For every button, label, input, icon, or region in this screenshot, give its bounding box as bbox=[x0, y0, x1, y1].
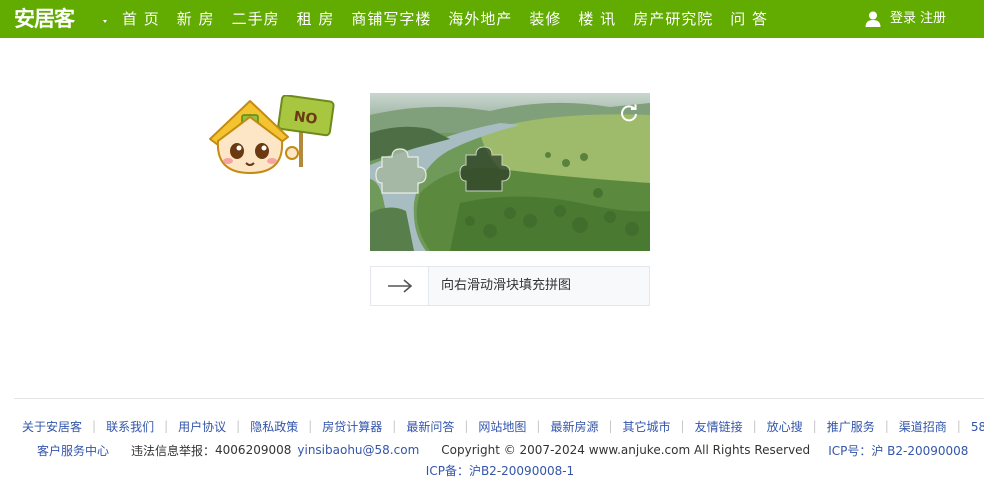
footer-link-channel[interactable]: 渠道招商 bbox=[899, 418, 947, 435]
icp-record[interactable]: ICP备：沪B2-20090008-1 bbox=[0, 462, 984, 479]
copyright-text: Copyright © 2007-2024 www.anjuke.com All… bbox=[441, 443, 811, 457]
nav-overseas[interactable]: 海外地产 bbox=[448, 0, 512, 38]
top-header: 安居客 首 页 新 房 二手房 租 房 商铺写字楼 海外地产 装修 楼 讯 房产… bbox=[0, 0, 984, 38]
nav-second-hand[interactable]: 二手房 bbox=[232, 0, 280, 38]
footer-link-sitemap[interactable]: 网站地图 bbox=[478, 418, 526, 435]
slider-handle[interactable] bbox=[371, 267, 429, 305]
footer-divider bbox=[14, 398, 984, 399]
footer-link-friend-links[interactable]: 友情链接 bbox=[695, 418, 743, 435]
landscape-photo bbox=[370, 93, 650, 251]
report-label: 违法信息举报： bbox=[131, 443, 216, 458]
refresh-icon[interactable] bbox=[618, 102, 640, 124]
nav-qa[interactable]: 问 答 bbox=[730, 0, 768, 38]
anjuke-logo[interactable]: 安居客 bbox=[14, 4, 75, 34]
register-link[interactable]: 注册 bbox=[920, 0, 946, 38]
footer-info-row: 客户服务中心 违法信息举报： 4006209008 yinsibaohu@58.… bbox=[37, 441, 968, 459]
report-email[interactable]: yinsibaohu@58.com bbox=[297, 443, 419, 457]
footer-link-safe-search[interactable]: 放心搜 bbox=[767, 418, 803, 435]
nav-commercial[interactable]: 商铺写字楼 bbox=[351, 0, 431, 38]
captcha-puzzle-image bbox=[370, 93, 650, 251]
report-phone: 4006209008 bbox=[215, 443, 292, 457]
mascot-no-illustration: NO bbox=[209, 95, 335, 175]
footer-link-other-cities[interactable]: 其它城市 bbox=[623, 418, 671, 435]
footer-link-58car[interactable]: 58车 bbox=[971, 418, 984, 435]
footer-link-latest-qa[interactable]: 最新问答 bbox=[406, 418, 454, 435]
caret-down-icon[interactable] bbox=[100, 16, 110, 26]
footer-link-promotion[interactable]: 推广服务 bbox=[827, 418, 875, 435]
nav-home[interactable]: 首 页 bbox=[122, 0, 160, 38]
captcha-slider-track[interactable]: 向右滑动滑块填充拼图 bbox=[370, 266, 650, 306]
footer-link-agreement[interactable]: 用户协议 bbox=[178, 418, 226, 435]
footer-link-contact[interactable]: 联系我们 bbox=[106, 418, 154, 435]
nav-news[interactable]: 楼 讯 bbox=[578, 0, 616, 38]
main-nav: 首 页 新 房 二手房 租 房 商铺写字楼 海外地产 装修 楼 讯 房产研究院 … bbox=[122, 0, 785, 38]
icp-number[interactable]: ICP号：沪 B2-20090008 bbox=[828, 442, 968, 459]
sign-text: NO bbox=[293, 109, 319, 128]
footer-link-latest-listings[interactable]: 最新房源 bbox=[550, 418, 598, 435]
arrow-right-icon bbox=[387, 279, 412, 293]
nav-research[interactable]: 房产研究院 bbox=[633, 0, 713, 38]
nav-decoration[interactable]: 装修 bbox=[529, 0, 561, 38]
user-area: 登录 注册 bbox=[864, 0, 946, 38]
nav-new-homes[interactable]: 新 房 bbox=[177, 0, 215, 38]
user-icon bbox=[865, 11, 881, 27]
footer-link-mortgage[interactable]: 房贷计算器 bbox=[322, 418, 382, 435]
footer-service-center[interactable]: 客户服务中心 bbox=[37, 442, 109, 459]
footer-links: 关于安居客 | 联系我们 | 用户协议 | 隐私政策 | 房贷计算器 | 最新问… bbox=[22, 416, 984, 436]
nav-rent[interactable]: 租 房 bbox=[297, 0, 335, 38]
footer-link-about[interactable]: 关于安居客 bbox=[22, 418, 82, 435]
footer-link-privacy[interactable]: 隐私政策 bbox=[250, 418, 298, 435]
login-link[interactable]: 登录 bbox=[890, 0, 916, 38]
slider-hint: 向右滑动滑块填充拼图 bbox=[441, 278, 572, 293]
